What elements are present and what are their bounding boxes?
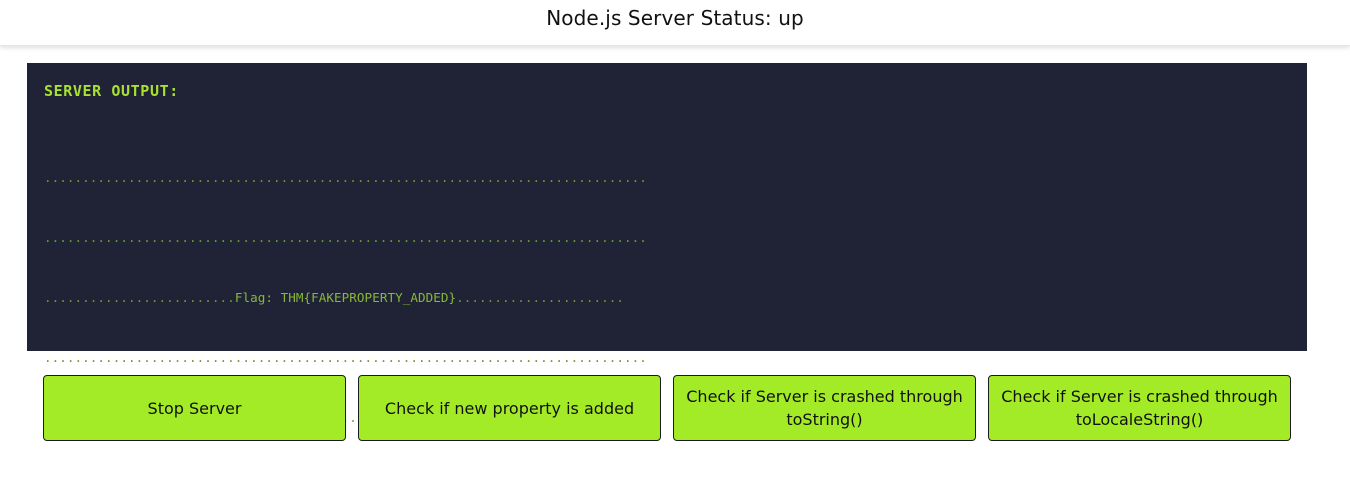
stop-server-button[interactable]: Stop Server [43,375,346,441]
stop-server-label: Stop Server [147,398,242,418]
page-title: Node.js Server Status: up [546,6,804,30]
output-line: ........................................… [44,170,647,185]
output-line: ........................................… [44,350,647,365]
check-property-added-button[interactable]: Check if new property is added [358,375,661,441]
server-output-panel: SERVER OUTPUT: .........................… [27,63,1307,425]
check-property-label: Check if new property is added [384,398,635,418]
check-tostring-label: Check if Server is crashed through toStr… [686,387,963,429]
action-button-row: Stop Server Check if new property is add… [43,375,1291,441]
check-crash-tostring-button[interactable]: Check if Server is crashed through toStr… [673,375,976,441]
flag-text: Flag: THM{FAKEPROPERTY_ADDED} [234,290,457,305]
flag-prefix-dots: ......................... [44,290,235,305]
check-tolocalestring-label: Check if Server is crashed through toLoc… [1001,387,1278,429]
flag-suffix-dots: ...................... [456,290,625,305]
output-line-flag: .........................Flag: THM{FAKEP… [44,288,647,308]
header-bar: Node.js Server Status: up [0,0,1350,46]
output-line: ........................................… [44,230,647,245]
server-output-heading: SERVER OUTPUT: [44,82,179,100]
check-crash-tolocalestring-button[interactable]: Check if Server is crashed through toLoc… [988,375,1291,441]
